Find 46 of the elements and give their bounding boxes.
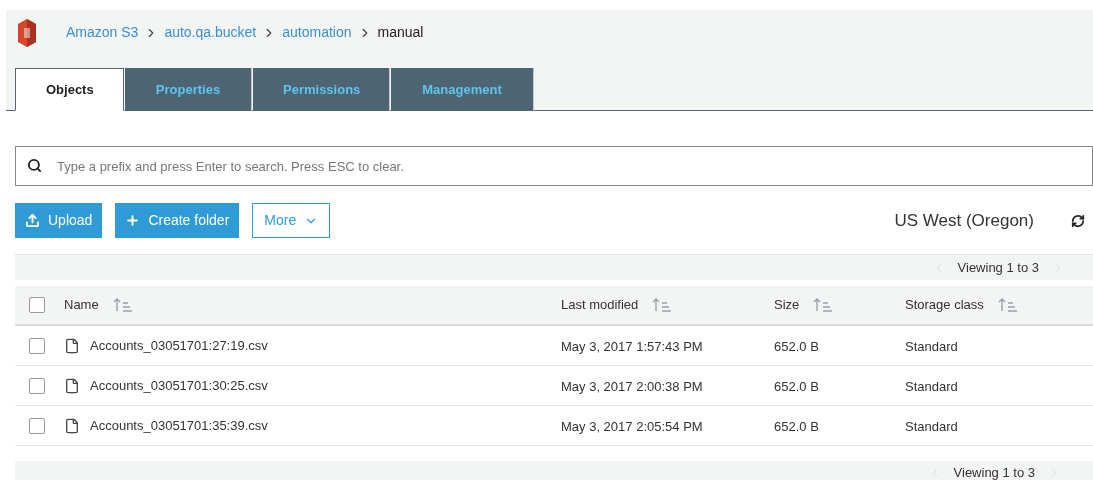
file-icon: [64, 417, 80, 434]
file-name[interactable]: Accounts_03051701:30:25.csv: [90, 375, 268, 396]
pager-text: Viewing 1 to 3: [953, 465, 1035, 480]
breadcrumb-current: manual: [377, 23, 424, 43]
breadcrumb-link[interactable]: Amazon S3: [66, 22, 139, 44]
table-cell: 652.0 B: [774, 338, 819, 354]
table-cell: Standard: [905, 338, 958, 354]
column-header[interactable]: Storage class: [905, 295, 984, 315]
table-cell: Standard: [905, 378, 958, 394]
table-cell: Standard: [905, 418, 958, 434]
sort-icon[interactable]: [997, 298, 1018, 312]
breadcrumb-link[interactable]: automation: [282, 22, 352, 44]
column-header[interactable]: Name: [64, 295, 99, 315]
region-label: US West (Oregon): [894, 209, 1034, 232]
checkbox[interactable]: [29, 417, 45, 434]
pager-text: Viewing 1 to 3: [957, 258, 1039, 277]
file-icon: [64, 337, 80, 354]
table-cell: May 3, 2017 1:57:43 PM: [561, 338, 703, 354]
column-header[interactable]: Size: [774, 295, 800, 315]
create-folder-button[interactable]: Create folder: [115, 203, 240, 238]
more-button[interactable]: More: [252, 203, 331, 238]
tab[interactable]: Objects: [15, 68, 124, 111]
file-name[interactable]: Accounts_03051701:27:19.csv: [90, 335, 268, 356]
sort-icon[interactable]: [112, 298, 133, 312]
checkbox[interactable]: [29, 297, 45, 313]
sort-icon[interactable]: [813, 298, 834, 312]
search-icon: [27, 158, 42, 173]
table-cell: 652.0 B: [774, 418, 819, 434]
sort-icon[interactable]: [652, 298, 673, 312]
table-cell: 652.0 B: [774, 378, 819, 394]
upload-icon: [25, 213, 40, 228]
tab[interactable]: Management: [391, 68, 534, 111]
checkbox[interactable]: [29, 337, 45, 354]
upload-button[interactable]: Upload: [15, 203, 103, 238]
tab[interactable]: Properties: [125, 68, 252, 111]
table-cell: May 3, 2017 2:00:38 PM: [561, 378, 703, 394]
refresh-icon[interactable]: [1071, 213, 1085, 228]
checkbox[interactable]: [29, 377, 45, 394]
table-cell: May 3, 2017 2:05:54 PM: [561, 418, 703, 434]
search-field[interactable]: Type a prefix and press Enter to search. Press ESC to clear.: [15, 146, 1093, 186]
file-icon: [64, 377, 80, 394]
column-header[interactable]: Last modified: [561, 295, 639, 315]
plus-icon: [125, 213, 141, 228]
tab[interactable]: Permissions: [253, 68, 390, 111]
file-name[interactable]: Accounts_03051701:35:39.csv: [90, 415, 268, 436]
breadcrumb-link[interactable]: auto.qa.bucket: [164, 22, 257, 44]
